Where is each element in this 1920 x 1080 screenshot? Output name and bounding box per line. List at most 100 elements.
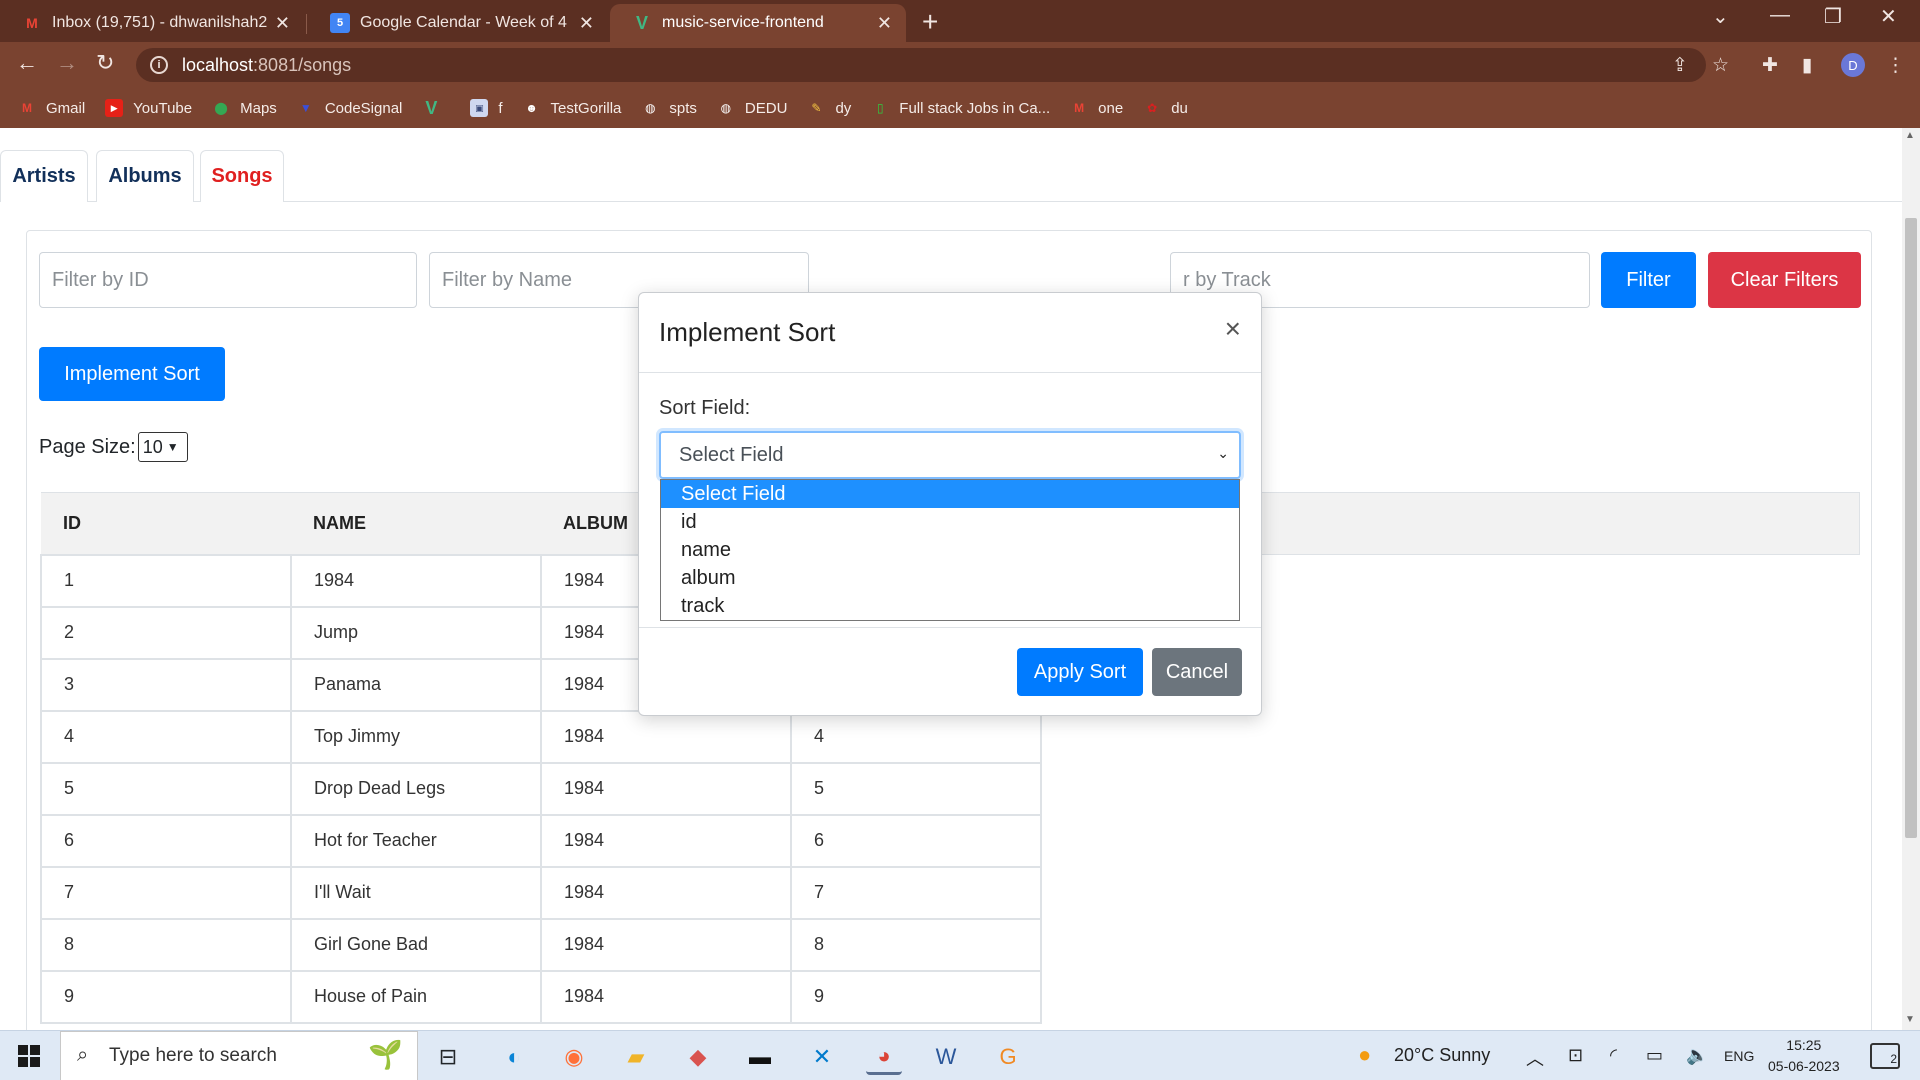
git-icon[interactable]: ◆ [680, 1039, 716, 1075]
filter-id-input[interactable]: Filter by ID [39, 252, 417, 308]
page-content: Artists Albums Songs Filter by ID Filter… [0, 128, 1902, 1030]
cancel-button[interactable]: Cancel [1152, 648, 1242, 696]
bookmark-one[interactable]: Mone [1070, 99, 1123, 117]
gmail-icon: M [1074, 101, 1085, 115]
side-panel-icon[interactable]: ▮ [1802, 54, 1812, 77]
bookmark-dy[interactable]: ✎ dy [807, 99, 851, 117]
chevron-down-icon: ⌄ [1217, 445, 1229, 461]
bookmark-vue[interactable]: V [422, 97, 450, 118]
address-bar[interactable]: i localhost:8081/songs [136, 48, 1706, 82]
browser-tab-strip: M Inbox (19,751) - dhwanilshah240 ✕ 5 Go… [0, 0, 1920, 42]
minimize-icon[interactable]: — [1770, 4, 1790, 27]
new-tab-button[interactable]: + [922, 6, 938, 38]
taskbar-search-box[interactable]: ⌕ Type here to search 🌱 [60, 1031, 418, 1080]
taskbar-clock[interactable]: 15:25 05-06-2023 [1768, 1035, 1840, 1077]
bookmark-fullstack-jobs[interactable]: ▯ Full stack Jobs in Ca... [871, 99, 1050, 117]
scroll-up-icon[interactable]: ▲ [1905, 130, 1915, 141]
scrollbar-thumb[interactable] [1905, 218, 1917, 838]
bookmark-label: YouTube [133, 99, 193, 117]
back-icon[interactable]: ← [16, 50, 38, 76]
implement-sort-button[interactable]: Implement Sort [39, 347, 225, 401]
plant-icon: 🌱 [368, 1039, 403, 1070]
battery-icon[interactable]: ▭ [1646, 1045, 1663, 1066]
bookmark-f[interactable]: ▣ f [470, 99, 503, 117]
option-track[interactable]: track [661, 592, 1239, 620]
browser-tab-calendar[interactable]: 5 Google Calendar - Week of 4 Jun ✕ [308, 4, 608, 42]
close-window-icon[interactable]: ✕ [1880, 4, 1897, 29]
chrome-icon[interactable]: ◕ [866, 1039, 902, 1075]
bookmark-label: du [1171, 99, 1188, 117]
cell-album: 1984 [540, 761, 792, 816]
extensions-icon[interactable]: ✚ [1762, 54, 1778, 77]
clock-date: 05-06-2023 [1768, 1058, 1840, 1074]
scroll-down-icon[interactable]: ▼ [1905, 1014, 1915, 1025]
tab-songs[interactable]: Songs [200, 150, 284, 202]
close-icon[interactable]: × [1225, 313, 1241, 345]
close-tab-icon[interactable]: ✕ [579, 13, 594, 34]
task-view-icon[interactable]: ⊟ [430, 1039, 466, 1075]
bookmark-youtube[interactable]: ▶ YouTube [105, 99, 192, 117]
menu-kebab-icon[interactable]: ⋮ [1886, 54, 1905, 77]
browser-tab-gmail[interactable]: M Inbox (19,751) - dhwanilshah240 ✕ [0, 4, 304, 42]
tray-chevron-icon[interactable]: ︿ [1526, 1045, 1544, 1071]
cell-track: 9 [790, 969, 1042, 1024]
option-select-field[interactable]: Select Field [661, 480, 1239, 508]
apply-sort-button[interactable]: Apply Sort [1017, 648, 1143, 696]
option-id[interactable]: id [661, 508, 1239, 536]
tab-albums[interactable]: Albums [96, 150, 194, 202]
cell-id: 6 [40, 813, 292, 868]
word-icon[interactable]: W [928, 1039, 964, 1075]
tab-artists[interactable]: Artists [0, 150, 88, 202]
close-tab-icon[interactable]: ✕ [877, 13, 892, 34]
url-host: localhost [182, 54, 254, 75]
vue-icon: V [425, 97, 438, 118]
table-row: 6 Hot for Teacher 1984 6 [40, 813, 1042, 868]
page-size-select[interactable]: 10 ▼ [137, 432, 188, 462]
browser-tab-music-service[interactable]: V music-service-frontend ✕ [610, 4, 906, 42]
windows-start-icon[interactable] [18, 1045, 40, 1067]
tab-title: music-service-frontend [662, 14, 824, 31]
profile-avatar[interactable]: D [1841, 53, 1865, 77]
header-id[interactable]: ID [41, 492, 291, 555]
language-indicator[interactable]: ENG [1724, 1048, 1754, 1064]
wifi-icon[interactable]: ◜ [1610, 1045, 1617, 1066]
site-info-icon[interactable]: i [150, 56, 168, 74]
tab-search-icon[interactable]: ⌄ [1712, 4, 1729, 29]
close-tab-icon[interactable]: ✕ [275, 13, 290, 34]
url-path: :8081/songs [253, 54, 352, 75]
restore-icon[interactable]: ❐ [1824, 4, 1842, 29]
bookmark-gmail[interactable]: M Gmail [18, 99, 85, 117]
edge-icon[interactable]: ◐ [496, 1039, 532, 1075]
reload-icon[interactable]: ↻ [96, 50, 114, 76]
share-icon[interactable]: ⇪ [1672, 54, 1688, 77]
sort-field-select[interactable]: Select Field ⌄ [659, 431, 1241, 479]
chevron-down-icon: ▼ [166, 440, 179, 454]
filter-button[interactable]: Filter [1601, 252, 1696, 308]
header-name[interactable]: NAME [291, 492, 541, 555]
bookmark-du[interactable]: ✿ du [1143, 99, 1188, 117]
pen-icon: ✎ [811, 101, 822, 115]
page-scrollbar[interactable]: ▲ ▼ [1902, 128, 1920, 1030]
vscode-icon[interactable]: ✕ [804, 1039, 840, 1075]
option-album[interactable]: album [661, 564, 1239, 592]
forward-icon[interactable]: → [56, 50, 78, 76]
bookmark-codesignal[interactable]: ▼ CodeSignal [297, 99, 403, 117]
weather-text[interactable]: 20°C Sunny [1394, 1045, 1490, 1066]
bookmark-maps[interactable]: ⬤ Maps [212, 99, 276, 117]
bookmark-star-icon[interactable]: ☆ [1712, 54, 1729, 77]
volume-icon[interactable]: 🔈 [1686, 1045, 1708, 1066]
firefox-icon[interactable]: ◉ [556, 1039, 592, 1075]
device-icon[interactable]: ⊡ [1568, 1045, 1583, 1066]
terminal-icon[interactable]: ▬ [742, 1039, 778, 1075]
pdf-app-icon[interactable]: G [990, 1039, 1026, 1075]
cell-album: 1984 [540, 709, 792, 764]
option-name[interactable]: name [661, 536, 1239, 564]
cell-id: 5 [40, 761, 292, 816]
file-explorer-icon[interactable]: ▰ [618, 1039, 654, 1075]
bookmark-spts[interactable]: ◍ spts [641, 99, 697, 117]
bookmark-testgorilla[interactable]: ☻ TestGorilla [523, 99, 621, 117]
notification-center-icon[interactable]: 2 [1870, 1043, 1900, 1069]
image-icon: ▣ [470, 99, 489, 117]
clear-filters-button[interactable]: Clear Filters [1708, 252, 1861, 308]
bookmark-dedu[interactable]: ◍ DEDU [717, 99, 788, 117]
